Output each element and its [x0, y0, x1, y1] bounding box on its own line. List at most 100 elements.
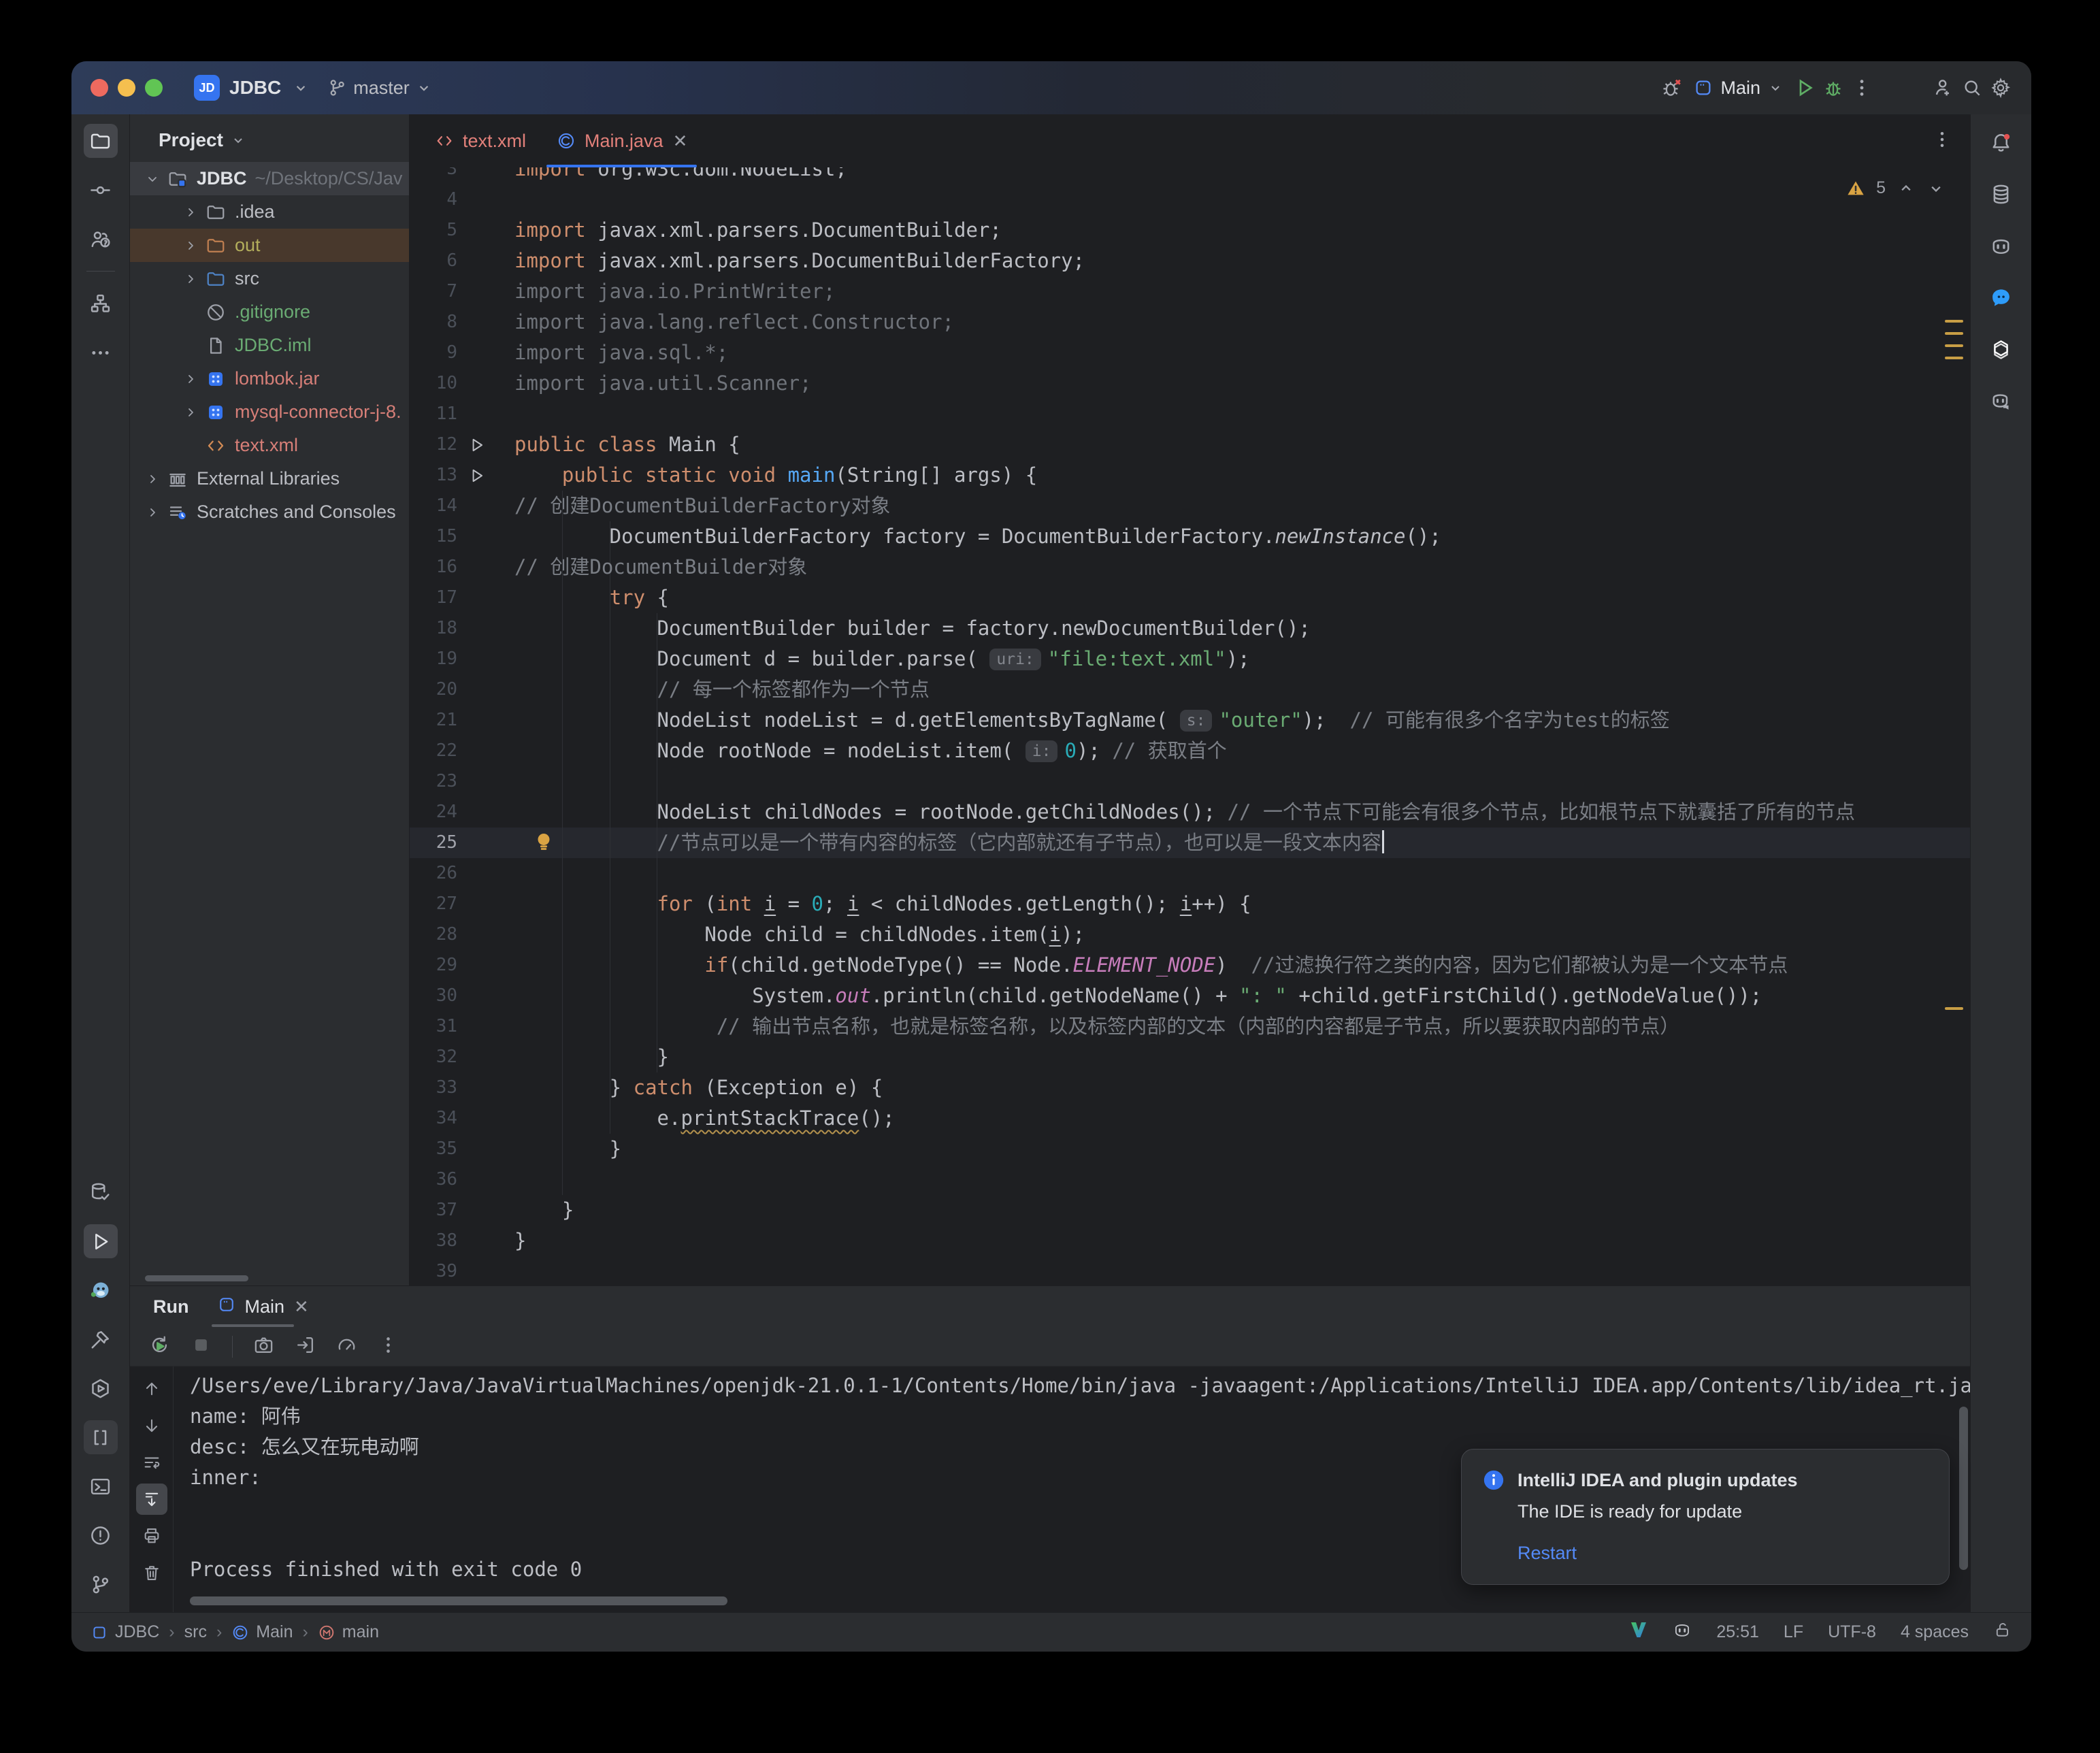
tab-text-xml[interactable]: text.xml [419, 114, 541, 167]
notifications-icon[interactable] [1984, 125, 2018, 159]
down-stack-trace-icon[interactable] [136, 1410, 167, 1441]
code-line-25[interactable]: 25 //节点可以是一个带有内容的标签（它内部就还有子节点），也可以是一段文本内… [410, 828, 1970, 858]
code-line-27[interactable]: 27 for (int i = 0; i < childNodes.getLen… [410, 889, 1970, 919]
code-with-me-user-icon[interactable] [1929, 73, 1958, 102]
readonly-lock-icon[interactable] [1993, 1620, 2012, 1644]
chevron-right-icon[interactable] [180, 402, 201, 423]
tree-item-text.xml[interactable]: text.xml [130, 429, 409, 462]
chevron-down-icon[interactable] [142, 169, 163, 189]
project-widget[interactable]: JDBC [229, 73, 310, 102]
tree-item-lombok.jar[interactable]: lombok.jar [130, 362, 409, 395]
code-line-30[interactable]: 30 System.out.println(child.getNodeName(… [410, 981, 1970, 1011]
open-in-editor-icon[interactable] [295, 1334, 316, 1359]
indent-style[interactable]: 4 spaces [1901, 1622, 1969, 1642]
code-line-33[interactable]: 33 } catch (Exception e) { [410, 1072, 1970, 1103]
build-tool-window-icon[interactable] [84, 1322, 118, 1356]
run-button[interactable] [1790, 73, 1819, 102]
code-line-11[interactable]: 11 [410, 399, 1970, 429]
file-encoding[interactable]: UTF-8 [1828, 1622, 1876, 1642]
code-line-10[interactable]: 10 import java.util.Scanner; [410, 368, 1970, 399]
more-options-icon[interactable] [378, 1334, 399, 1359]
code-line-37[interactable]: 37 } [410, 1195, 1970, 1226]
code-line-15[interactable]: 15 DocumentBuilderFactory factory = Docu… [410, 521, 1970, 552]
tree-item-.idea[interactable]: .idea [130, 195, 409, 229]
run-tab-main[interactable]: Main ✕ [212, 1286, 314, 1327]
copilot-status-icon[interactable] [1673, 1620, 1692, 1644]
inspection-mark[interactable] [1945, 357, 1963, 359]
copilot-chat-icon[interactable] [1984, 384, 2018, 418]
code-line-38[interactable]: 38} [410, 1226, 1970, 1256]
code-line-3[interactable]: 3 import org.w3c.dom.NodeList; [410, 167, 1970, 184]
code-line-16[interactable]: 16 // 创建DocumentBuilder对象 [410, 552, 1970, 583]
tree-item-out[interactable]: out [130, 229, 409, 262]
console-v-scrollbar[interactable] [1959, 1407, 1968, 1570]
tab-main-java[interactable]: Main.java ✕ [541, 114, 702, 167]
tab-options-icon[interactable] [1932, 129, 1952, 153]
inspection-mark[interactable] [1945, 320, 1963, 323]
code-line-20[interactable]: 20 // 每一个标签都作为一个节点 [410, 674, 1970, 705]
code-line-13[interactable]: 13 public static void main(String[] args… [410, 460, 1970, 491]
vcs-branch-widget[interactable]: master [327, 73, 433, 102]
code-line-29[interactable]: 29 if(child.getNodeType() == Node.ELEMEN… [410, 950, 1970, 981]
profile-icon[interactable] [336, 1334, 357, 1359]
git-tool-window-icon[interactable] [84, 1567, 118, 1601]
settings-gear-icon[interactable] [1986, 73, 2015, 102]
up-stack-trace-icon[interactable] [136, 1373, 167, 1405]
ide-plugin-logo-icon[interactable] [1629, 1620, 1648, 1644]
inspection-mark[interactable] [1945, 344, 1963, 347]
github-copilot-icon[interactable] [1984, 229, 2018, 263]
code-line-31[interactable]: 31 // 输出节点名称，也就是标签名称，以及标签内部的文本（内部的内容都是子节… [410, 1011, 1970, 1042]
code-line-35[interactable]: 35 } [410, 1134, 1970, 1164]
console-h-scrollbar[interactable] [190, 1596, 727, 1605]
code-editor[interactable]: 3 import org.w3c.dom.NodeList; 4 5 import ja… [410, 167, 1970, 1285]
code-line-32[interactable]: 32 } [410, 1042, 1970, 1072]
ai-chat-icon[interactable] [1984, 280, 2018, 314]
code-line-9[interactable]: 9 import java.sql.*; [410, 338, 1970, 368]
inspection-mark[interactable] [1945, 1007, 1963, 1010]
breadcrumb-main[interactable]: main [318, 1622, 379, 1642]
structure-tool-window-icon[interactable] [84, 286, 118, 321]
code-line-7[interactable]: 7 import java.io.PrintWriter; [410, 276, 1970, 307]
close-window-button[interactable] [91, 79, 108, 97]
code-line-12[interactable]: 12 public class Main { [410, 429, 1970, 460]
chevron-right-icon[interactable] [180, 202, 201, 223]
more-tool-windows-icon[interactable] [84, 335, 118, 370]
more-actions-icon[interactable] [1848, 73, 1876, 102]
code-line-4[interactable]: 4 [410, 184, 1970, 215]
project-tool-window-icon[interactable] [83, 124, 118, 158]
run-gutter-icon[interactable] [457, 467, 497, 485]
next-warning-icon[interactable] [1926, 179, 1946, 198]
problems-tool-window-icon[interactable] [84, 1518, 118, 1552]
chevron-right-icon[interactable] [142, 502, 163, 523]
chevron-right-icon[interactable] [180, 235, 201, 256]
code-line-26[interactable]: 26 [410, 858, 1970, 889]
breadcrumb-main[interactable]: Main [231, 1622, 293, 1642]
line-separator[interactable]: LF [1784, 1622, 1803, 1642]
code-line-14[interactable]: 14 // 创建DocumentBuilderFactory对象 [410, 491, 1970, 521]
code-line-28[interactable]: 28 Node child = childNodes.item(i); [410, 919, 1970, 950]
breadcrumb-src[interactable]: src [184, 1622, 207, 1642]
scroll-to-end-icon[interactable] [135, 1484, 167, 1515]
code-line-17[interactable]: 17 try { [410, 583, 1970, 613]
inspections-widget[interactable]: 5 [1846, 173, 1946, 203]
profiler-tool-window-icon[interactable] [84, 1371, 118, 1405]
code-line-18[interactable]: 18 DocumentBuilder builder = factory.new… [410, 613, 1970, 644]
run-gutter-icon[interactable] [457, 436, 497, 454]
clear-all-icon[interactable] [136, 1557, 167, 1588]
code-line-21[interactable]: 21 NodeList nodeList = d.getElementsByTa… [410, 705, 1970, 736]
project-panel-scrollbar[interactable] [145, 1275, 248, 1281]
chevron-right-icon[interactable] [180, 269, 201, 289]
breadcrumb-jdbc[interactable]: JDBC [91, 1622, 159, 1642]
tree-item-.gitignore[interactable]: .gitignore [130, 295, 409, 329]
thread-dump-icon[interactable] [253, 1334, 274, 1359]
tree-item-src[interactable]: src [130, 262, 409, 295]
code-line-6[interactable]: 6 import javax.xml.parsers.DocumentBuilde… [410, 246, 1970, 276]
code-line-23[interactable]: 23 [410, 766, 1970, 797]
code-line-19[interactable]: 19 Document d = builder.parse( uri: "file… [410, 644, 1970, 674]
chevron-right-icon[interactable] [142, 469, 163, 489]
chevron-right-icon[interactable] [180, 369, 201, 389]
zoom-window-button[interactable] [145, 79, 163, 97]
soft-wrap-icon[interactable] [136, 1447, 167, 1478]
search-everywhere-icon[interactable] [1958, 73, 1986, 102]
code-line-39[interactable]: 39 [410, 1256, 1970, 1285]
